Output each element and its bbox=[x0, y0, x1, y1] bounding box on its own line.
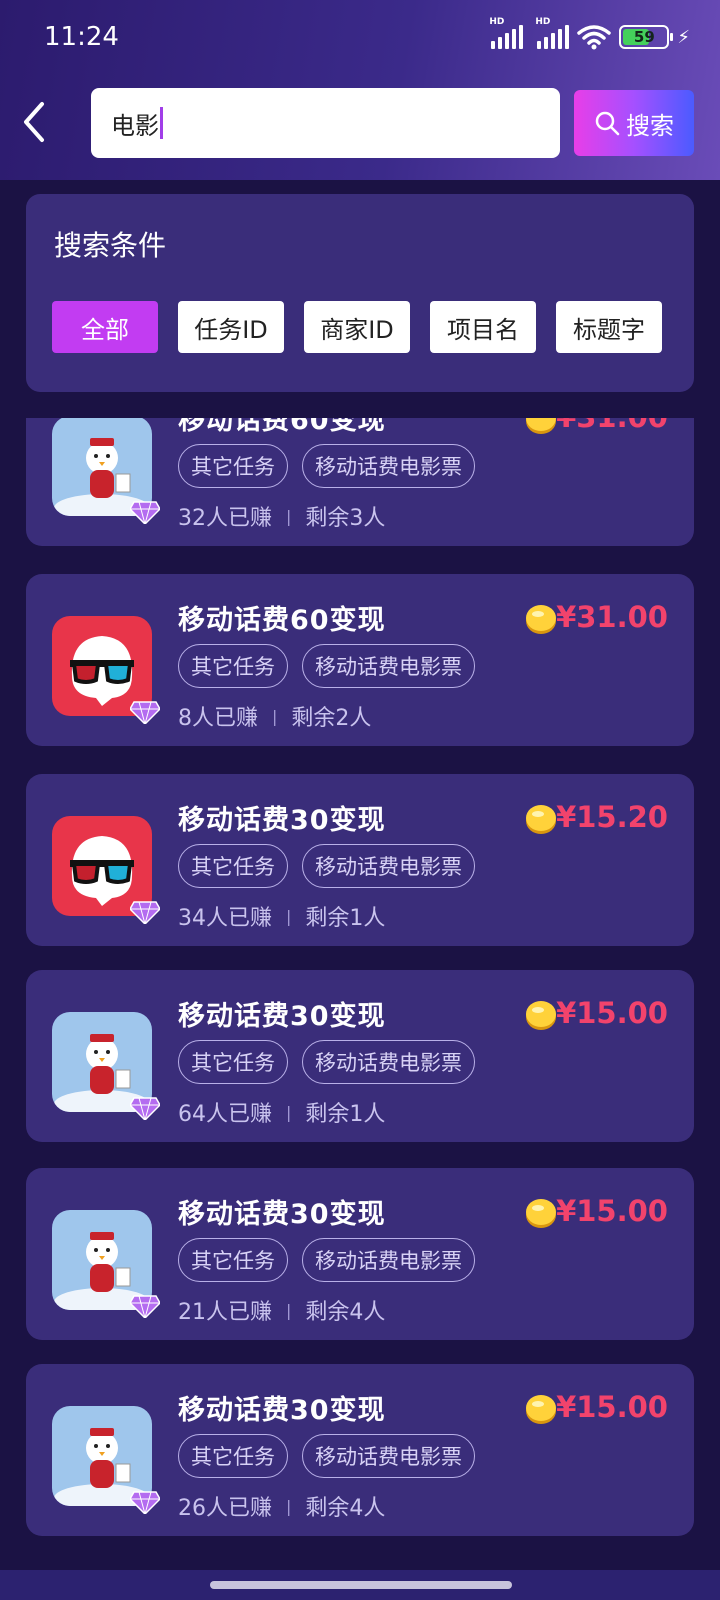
filter-chips: 全部 任务ID 商家ID 项目名 标题字 bbox=[52, 301, 662, 353]
filter-chip-all[interactable]: 全部 bbox=[52, 301, 158, 353]
charging-icon: ⚡ bbox=[677, 26, 690, 48]
task-app-icon bbox=[52, 616, 160, 724]
search-conditions-title: 搜索条件 bbox=[54, 229, 167, 262]
filter-chip-title-keyword[interactable]: 标题字 bbox=[556, 301, 662, 353]
gold-coin-icon bbox=[526, 1199, 556, 1228]
task-app-icon bbox=[52, 1210, 160, 1318]
task-tag: 其它任务 bbox=[178, 1434, 288, 1478]
clock: 11:24 bbox=[44, 22, 119, 52]
text-cursor bbox=[160, 107, 163, 139]
task-price: ¥15.00 bbox=[556, 1390, 668, 1424]
status-icons: HD HD 59 ⚡ bbox=[489, 17, 690, 50]
task-price: ¥15.20 bbox=[556, 800, 668, 834]
task-price: ¥15.00 bbox=[556, 1194, 668, 1228]
task-tag: 移动话费电影票 bbox=[302, 1434, 475, 1478]
task-tag: 移动话费电影票 bbox=[302, 1040, 475, 1084]
task-stats: 32人已赚 | 剩余3人 bbox=[178, 500, 385, 532]
task-tag: 移动话费电影票 bbox=[302, 644, 475, 688]
task-tag: 其它任务 bbox=[178, 844, 288, 888]
task-list: 移动话费60变现 其它任务 移动话费电影票 32人已赚 | 剩余3人 ¥31.0… bbox=[0, 418, 720, 1570]
remaining-count: 剩余1人 bbox=[305, 1102, 386, 1127]
task-price: ¥15.00 bbox=[556, 996, 668, 1030]
task-tag: 移动话费电影票 bbox=[302, 1238, 475, 1282]
diamond-badge-icon bbox=[130, 501, 160, 524]
battery-icon: 59 bbox=[619, 25, 674, 49]
status-bar: 11:24 HD HD 59 ⚡ bbox=[0, 0, 720, 76]
filter-chip-project-name[interactable]: 项目名 bbox=[430, 301, 536, 353]
task-title: 移动话费30变现 bbox=[178, 805, 386, 836]
task-title: 移动话费60变现 bbox=[178, 605, 386, 636]
earned-count: 32人已赚 bbox=[178, 506, 272, 531]
task-card[interactable]: 移动话费30变现 其它任务 移动话费电影票 34人已赚 | 剩余1人 ¥15.2… bbox=[26, 774, 694, 946]
task-card[interactable]: 移动话费30变现 其它任务 移动话费电影票 21人已赚 | 剩余4人 ¥15.0… bbox=[26, 1168, 694, 1340]
gold-coin-icon bbox=[526, 1395, 556, 1424]
task-price: ¥31.00 bbox=[556, 418, 668, 434]
task-card[interactable]: 移动话费30变现 其它任务 移动话费电影票 64人已赚 | 剩余1人 ¥15.0… bbox=[26, 970, 694, 1142]
search-conditions-card: 搜索条件 全部 任务ID 商家ID 项目名 标题字 bbox=[26, 194, 694, 392]
signal-icon: HD bbox=[535, 17, 570, 49]
gold-coin-icon bbox=[526, 605, 556, 634]
remaining-count: 剩余3人 bbox=[305, 506, 386, 531]
diamond-badge-icon bbox=[130, 901, 160, 924]
task-tag: 其它任务 bbox=[178, 644, 288, 688]
earned-count: 64人已赚 bbox=[178, 1102, 272, 1127]
back-arrow-icon[interactable] bbox=[20, 100, 50, 144]
task-title: 移动话费30变现 bbox=[178, 1199, 386, 1230]
task-app-icon bbox=[52, 816, 160, 924]
task-app-icon bbox=[52, 418, 160, 524]
task-tag: 其它任务 bbox=[178, 1238, 288, 1282]
task-stats: 21人已赚 | 剩余4人 bbox=[178, 1294, 385, 1326]
task-tag: 移动话费电影票 bbox=[302, 844, 475, 888]
task-stats: 64人已赚 | 剩余1人 bbox=[178, 1096, 385, 1128]
diamond-badge-icon bbox=[130, 1097, 160, 1120]
task-tag: 其它任务 bbox=[178, 444, 288, 488]
task-title: 移动话费30变现 bbox=[178, 1395, 386, 1426]
task-app-icon bbox=[52, 1406, 160, 1514]
earned-count: 8人已赚 bbox=[178, 706, 258, 731]
search-icon bbox=[595, 111, 620, 136]
search-button-label: 搜索 bbox=[626, 111, 674, 140]
search-query: 电影 bbox=[111, 111, 159, 140]
home-indicator[interactable] bbox=[210, 1581, 512, 1589]
diamond-badge-icon bbox=[130, 1295, 160, 1318]
task-card[interactable]: 移动话费60变现 其它任务 移动话费电影票 32人已赚 | 剩余3人 ¥31.0… bbox=[26, 418, 694, 546]
filter-chip-task-id[interactable]: 任务ID bbox=[178, 301, 284, 353]
remaining-count: 剩余4人 bbox=[305, 1300, 386, 1325]
filter-chip-merchant-id[interactable]: 商家ID bbox=[304, 301, 410, 353]
earned-count: 26人已赚 bbox=[178, 1496, 272, 1521]
search-button[interactable]: 搜索 bbox=[574, 90, 694, 156]
task-tag: 移动话费电影票 bbox=[302, 444, 475, 488]
wifi-icon bbox=[577, 25, 612, 50]
task-stats: 34人已赚 | 剩余1人 bbox=[178, 900, 385, 932]
earned-count: 34人已赚 bbox=[178, 906, 272, 931]
task-card[interactable]: 移动话费30变现 其它任务 移动话费电影票 26人已赚 | 剩余4人 ¥15.0… bbox=[26, 1364, 694, 1536]
diamond-badge-icon bbox=[130, 701, 160, 724]
diamond-badge-icon bbox=[130, 1491, 160, 1514]
task-card[interactable]: 移动话费60变现 其它任务 移动话费电影票 8人已赚 | 剩余2人 ¥31.00 bbox=[26, 574, 694, 746]
task-stats: 8人已赚 | 剩余2人 bbox=[178, 700, 371, 732]
gold-coin-icon bbox=[526, 805, 556, 834]
task-title: 移动话费60变现 bbox=[178, 418, 386, 436]
remaining-count: 剩余2人 bbox=[291, 706, 372, 731]
task-tag: 其它任务 bbox=[178, 1040, 288, 1084]
search-input[interactable]: 电影 bbox=[91, 88, 560, 158]
task-title: 移动话费30变现 bbox=[178, 1001, 386, 1032]
earned-count: 21人已赚 bbox=[178, 1300, 272, 1325]
task-price: ¥31.00 bbox=[556, 600, 668, 634]
task-app-icon bbox=[52, 1012, 160, 1120]
task-stats: 26人已赚 | 剩余4人 bbox=[178, 1490, 385, 1522]
remaining-count: 剩余4人 bbox=[305, 1496, 386, 1521]
gold-coin-icon bbox=[526, 418, 556, 434]
remaining-count: 剩余1人 bbox=[305, 906, 386, 931]
signal-icon: HD bbox=[489, 17, 524, 49]
gold-coin-icon bbox=[526, 1001, 556, 1030]
